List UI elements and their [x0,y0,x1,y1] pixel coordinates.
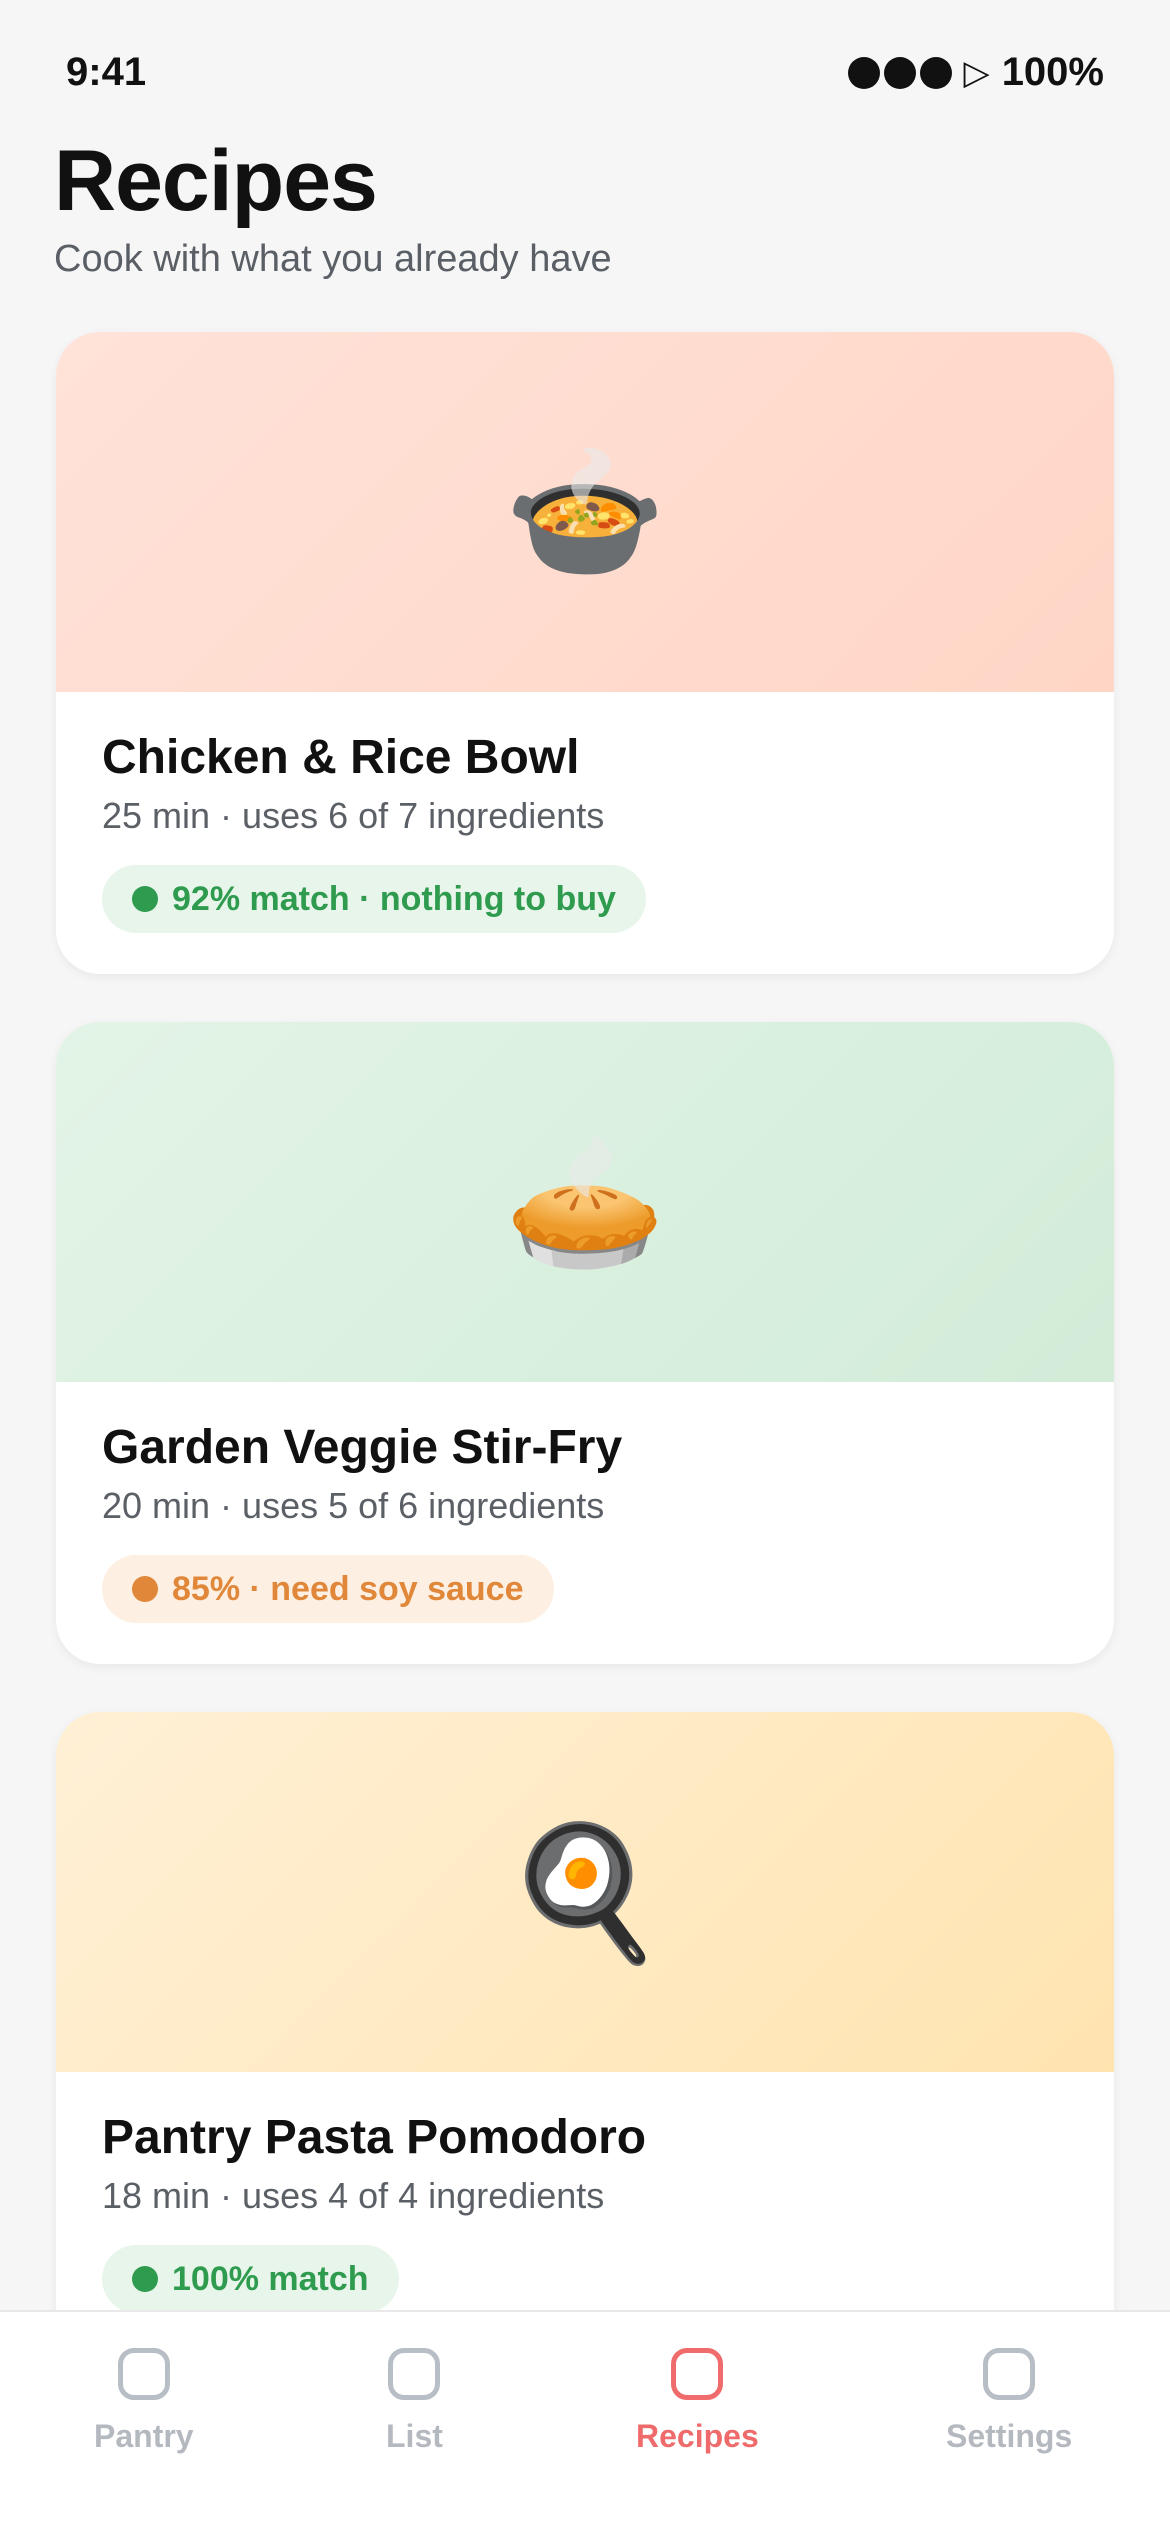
match-badge-label: 92% match · nothing to buy [172,879,616,918]
recipes-tab-icon [671,2348,724,2400]
recipe-hero: 🍲 [56,332,1114,692]
status-indicators: ▷ 100% [847,50,1104,95]
tab-label: Settings [946,2418,1073,2454]
battery-percent: 100% [1001,50,1104,94]
page-title: Recipes [54,133,378,229]
settings-tab-icon [983,2348,1036,2400]
recipe-hero: 🥧 [56,1022,1114,1382]
recipe-card-pantry-pasta-pomodoro[interactable]: 🍳 Pantry Pasta Pomodoro 18 min · uses 4 … [56,1712,1114,2354]
recipe-card-garden-veggie-stir-fry[interactable]: 🥧 Garden Veggie Stir-Fry 20 min · uses 5… [56,1022,1114,1664]
pie-icon: 🥧 [504,1129,666,1275]
pantry-tab-icon [117,2348,170,2400]
signal-dots-icon [847,56,952,89]
match-badge: 85% · need soy sauce [102,1555,554,1623]
status-bar: 9:41 ▷ 100% [0,0,1170,150]
tab-label: Recipes [636,2418,759,2454]
page-subtitle: Cook with what you already have [54,238,612,280]
recipe-card-chicken-rice-bowl[interactable]: 🍲 Chicken & Rice Bowl 25 min · uses 6 of… [56,332,1114,974]
tab-label: Pantry [94,2418,194,2454]
status-dot-icon [132,1576,158,1602]
match-badge-label: 85% · need soy sauce [172,1569,524,1608]
tab-recipes[interactable]: Recipes [636,2348,759,2455]
recipe-name: Garden Veggie Stir-Fry [102,1421,623,1474]
tab-list[interactable]: List [386,2348,443,2455]
status-dot-icon [132,2266,158,2292]
recipe-meta: 20 min · uses 5 of 6 ingredients [102,1485,605,1526]
tab-bar: Pantry List Recipes Settings [0,2310,1170,2534]
match-badge: 100% match [102,2245,399,2313]
match-badge-label: 100% match [172,2259,369,2298]
tab-label: List [386,2418,443,2454]
tab-pantry[interactable]: Pantry [94,2348,194,2455]
match-badge: 92% match · nothing to buy [102,865,646,933]
stew-bowl-icon: 🍲 [504,439,666,585]
tab-settings[interactable]: Settings [946,2348,1072,2455]
frying-pan-egg-icon: 🍳 [504,1819,666,1965]
list-tab-icon [388,2348,441,2400]
recipe-meta: 18 min · uses 4 of 4 ingredients [102,2175,605,2216]
status-dot-icon [132,886,158,912]
recipe-name: Chicken & Rice Bowl [102,731,580,784]
recipe-name: Pantry Pasta Pomodoro [102,2111,647,2164]
play-arrow-icon: ▷ [963,53,990,92]
recipe-meta: 25 min · uses 6 of 7 ingredients [102,795,605,836]
status-time: 9:41 [66,50,147,94]
recipe-hero: 🍳 [56,1712,1114,2072]
